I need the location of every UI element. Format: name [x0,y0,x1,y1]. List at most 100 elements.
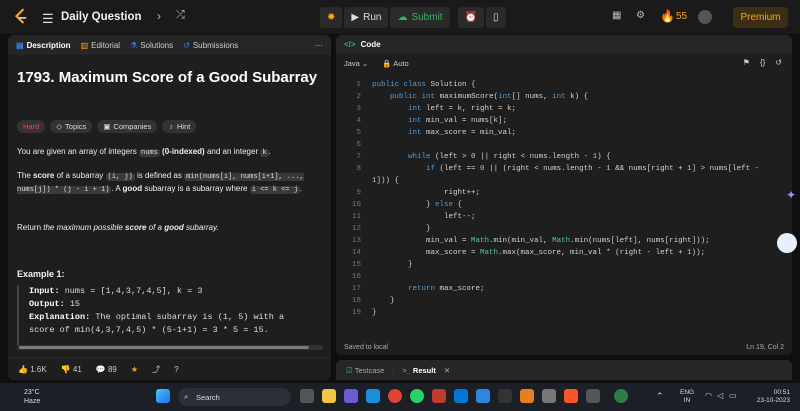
dislike-button[interactable]: 👎 41 [61,365,82,374]
app-icon-2[interactable] [366,389,380,403]
debug-button[interactable]: ✹ [320,7,343,28]
favorite-star-icon[interactable]: ★ [131,365,138,374]
premium-button[interactable]: Premium [733,7,788,28]
code-line[interactable]: 13 min_val = Math.min(min_val, Math.min(… [336,235,792,247]
code-line[interactable]: 19} [336,307,792,319]
code-line[interactable]: 16 [336,271,792,283]
settings-gear-icon[interactable]: ⚙ [636,10,645,21]
topics-tag[interactable]: ◇ Topics [50,120,93,133]
auto-mode-toggle[interactable]: 🔒 Auto [382,59,408,68]
code-tab[interactable]: Code [361,40,381,49]
brave-icon[interactable] [564,389,578,403]
app-icon-7[interactable] [542,389,556,403]
app-icon-1[interactable] [344,389,358,403]
like-button[interactable]: 👍 1.6K [18,365,47,374]
line-number: 2 [356,93,361,101]
more-options-icon[interactable]: ··· [315,41,323,50]
active-browser-icon[interactable] [614,389,628,403]
taskbar-search[interactable]: ⌕ Search [178,388,291,406]
code-line[interactable]: 10 } else { [336,199,792,211]
cloud-upload-icon: ☁ [397,12,408,23]
code-line[interactable]: 4 int min_val = nums[k]; [336,115,792,127]
format-braces-icon[interactable]: {} [760,58,765,67]
submit-button[interactable]: ☁ Submit [390,7,450,28]
language-select[interactable]: Java ⌄ [344,59,368,68]
help-icon[interactable]: ? [174,365,178,374]
close-icon[interactable]: ✕ [444,366,450,375]
sparkle-icon[interactable]: ✦ [786,188,796,202]
task-view-icon[interactable] [300,389,314,403]
timer-button[interactable]: ⏰ [457,7,485,28]
weather-widget[interactable]: 23°C Haze [8,388,40,406]
avatar[interactable] [698,10,712,24]
tab-editorial[interactable]: ▥ Editorial [81,41,120,50]
code-line[interactable]: 1])) { [336,175,792,187]
tab-solutions[interactable]: ⚗ Solutions [130,41,173,50]
companies-tag[interactable]: ▣ Companies [97,120,158,133]
line-number [336,175,361,187]
reset-icon[interactable]: ↺ [775,58,782,67]
volume-icon[interactable]: ◁ [717,391,723,400]
app-icon-8[interactable] [586,389,600,403]
play-icon: ▶ [351,12,360,23]
testcase-tab[interactable]: ☑ Testcase [346,366,384,375]
hint-tag[interactable]: ♁ Hint [162,120,197,133]
code-line[interactable]: 1 public class Solution { [336,79,792,91]
code-line[interactable]: 5 int max_score = min_val; [336,127,792,139]
code-line[interactable]: 14 max_score = Math.max(max_score, min_v… [336,247,792,259]
lightbulb-icon: ♁ [168,122,174,131]
app-icon-3[interactable] [432,389,446,403]
shuffle-icon[interactable]: ⤮ [176,9,185,22]
tray-chevron-icon[interactable]: ⌃ [656,391,664,402]
code-line[interactable]: 2 public int maximumScore(int[] nums, in… [336,91,792,103]
document-icon: ▤ [16,40,24,50]
layout-icon[interactable]: ▦ [612,10,621,21]
code-line[interactable]: 11 left--; [336,211,792,223]
language-indicator[interactable]: ENG IN [680,389,694,405]
result-tab[interactable]: >_ Result [402,366,436,375]
code-line[interactable]: 15 } [336,259,792,271]
bookmark-icon[interactable]: ⚑ [743,58,750,67]
code-line[interactable]: 6 [336,139,792,151]
horizontal-scrollbar[interactable] [17,345,323,350]
app-icon-5[interactable] [498,389,512,403]
page-title[interactable]: Daily Question [61,11,142,23]
description-para-3: Return the maximum possible score of a g… [17,223,219,232]
line-number: 11 [351,213,361,221]
battery-icon[interactable]: ▭ [729,391,737,400]
notes-button[interactable]: ▯ [486,7,506,28]
share-icon[interactable]: ⤴ [152,364,160,375]
windows-taskbar: 23°C Haze ⌕ Search ⌃ ENG IN ◠ ◁ ▭ 00:51 2… [0,383,800,411]
chrome-icon[interactable] [388,389,402,403]
line-number: 14 [351,249,361,257]
wifi-icon[interactable]: ◠ [705,391,712,400]
problem-title: 1793. Maximum Score of a Good Subarray [17,69,318,86]
next-problem-icon[interactable]: › [157,9,161,23]
code-line[interactable]: 8 if (left == 0 || (right < nums.length … [336,163,792,175]
whatsapp-icon[interactable] [410,389,424,403]
streak-count[interactable]: 55 [676,11,687,22]
leetcode-logo-icon[interactable] [12,8,30,26]
floating-assistant-button[interactable] [777,233,797,253]
app-icon-6[interactable] [520,389,534,403]
tab-submissions[interactable]: ↺ Submissions [183,41,238,50]
comments-button[interactable]: 💬 89 [96,365,117,374]
vscode-icon[interactable] [476,389,490,403]
code-line[interactable]: 3 int left = k, right = k; [336,103,792,115]
code-editor[interactable]: 1 public class Solution {2 public int max… [336,79,792,319]
code-line[interactable]: 12 } [336,223,792,235]
app-icon-4[interactable] [454,389,468,403]
code-line[interactable]: 9 right++; [336,187,792,199]
run-button[interactable]: ▶ Run [344,7,389,28]
clock[interactable]: 00:51 23-10-2023 [757,389,790,405]
prev-problem-icon[interactable]: ‹ [135,9,139,23]
code-line[interactable]: 7 while (left > 0 || right < nums.length… [336,151,792,163]
tab-description[interactable]: ▤ Description [16,41,71,50]
language-selector-row: Java ⌄ 🔒 Auto [344,59,409,68]
start-icon[interactable] [156,389,170,403]
code-line[interactable]: 18 } [336,295,792,307]
problem-list-icon[interactable]: ☰ [42,11,54,27]
file-explorer-icon[interactable] [322,389,336,403]
code-line[interactable]: 17 return max_score; [336,283,792,295]
line-number: 10 [351,201,361,209]
